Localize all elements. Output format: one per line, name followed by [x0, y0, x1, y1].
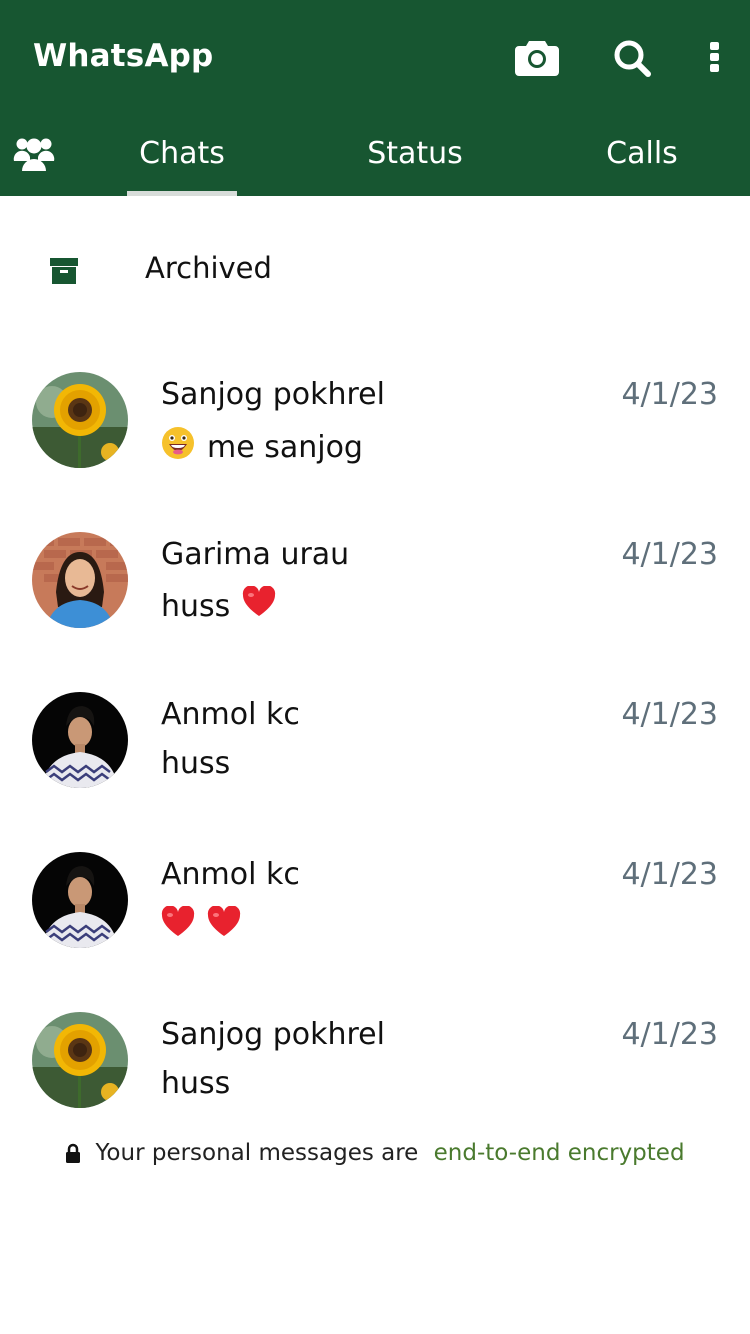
chat-time: 4/1/23	[621, 377, 718, 412]
chat-preview-text: huss	[161, 588, 231, 624]
chat-preview: me sanjog	[161, 426, 363, 468]
red-heart-emoji	[242, 585, 276, 626]
tab-calls[interactable]: Calls	[590, 118, 694, 196]
chat-time: 4/1/23	[621, 857, 718, 892]
avatar[interactable]	[32, 532, 128, 628]
chat-row[interactable]: Garima urau 4/1/23 huss	[0, 500, 750, 640]
tab-chats[interactable]: Chats	[127, 118, 237, 196]
chat-preview-text: me sanjog	[207, 429, 363, 465]
encryption-text: Your personal messages are	[95, 1140, 419, 1166]
chat-name: Sanjog pokhrel	[161, 1017, 385, 1052]
active-tab-indicator	[127, 191, 237, 196]
archived-label: Archived	[145, 251, 272, 285]
chat-preview: huss	[161, 746, 230, 781]
chat-time: 4/1/23	[621, 1017, 718, 1052]
archived-row[interactable]: Archived	[0, 222, 750, 322]
red-heart-emoji	[161, 905, 195, 946]
chat-name: Sanjog pokhrel	[161, 377, 385, 412]
chat-preview	[161, 905, 241, 946]
app-header: WhatsApp Chats Status Calls	[0, 0, 750, 196]
chat-preview: huss	[161, 585, 276, 626]
avatar[interactable]	[32, 852, 128, 948]
chat-row[interactable]: Sanjog pokhrel 4/1/23 me sanjog	[0, 340, 750, 480]
tab-bar: Chats Status Calls	[0, 118, 750, 196]
chat-preview-text: huss	[161, 746, 231, 781]
red-heart-emoji	[207, 905, 241, 946]
avatar[interactable]	[32, 372, 128, 468]
avatar[interactable]	[32, 692, 128, 788]
chat-name: Garima urau	[161, 537, 350, 572]
avatar[interactable]	[32, 1012, 128, 1108]
grinning-face-emoji	[161, 426, 195, 468]
chat-time: 4/1/23	[621, 697, 718, 732]
chat-row[interactable]: Sanjog pokhrel 4/1/23 huss	[0, 980, 750, 1120]
community-icon[interactable]	[13, 135, 55, 173]
chat-row[interactable]: Anmol kc 4/1/23 huss	[0, 660, 750, 800]
encryption-link[interactable]: end-to-end encrypted	[434, 1140, 685, 1166]
app-title: WhatsApp	[33, 38, 214, 74]
chat-row[interactable]: Anmol kc 4/1/23	[0, 820, 750, 960]
tab-status[interactable]: Status	[350, 118, 480, 196]
more-vertical-icon[interactable]	[703, 38, 727, 78]
search-icon[interactable]	[612, 38, 652, 78]
chat-name: Anmol kc	[161, 697, 300, 732]
lock-icon	[65, 1143, 81, 1169]
chat-name: Anmol kc	[161, 857, 300, 892]
camera-icon[interactable]	[515, 38, 559, 76]
chat-preview-text: huss	[161, 1066, 231, 1101]
archive-box-icon	[48, 255, 80, 287]
chat-preview: huss	[161, 1066, 230, 1101]
encryption-note: Your personal messages are end-to-end en…	[0, 1140, 750, 1169]
chat-time: 4/1/23	[621, 537, 718, 572]
